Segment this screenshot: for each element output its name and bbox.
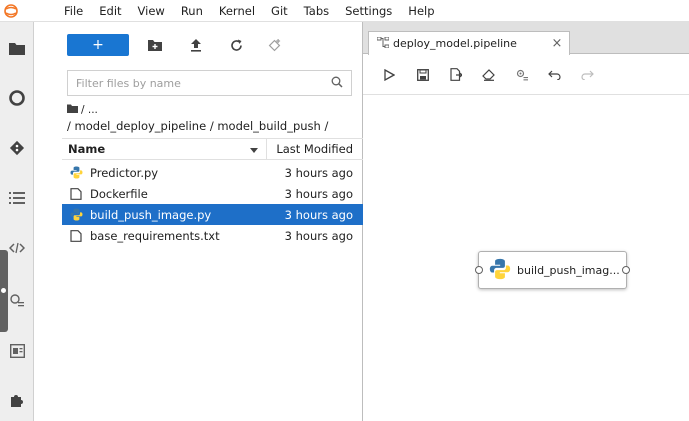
- refresh-icon[interactable]: [225, 34, 247, 56]
- file-name: Dockerfile: [90, 186, 148, 201]
- pipeline-canvas[interactable]: build_push_imag...: [363, 96, 689, 421]
- breadcrumb-root[interactable]: / ...: [81, 102, 98, 118]
- file-modified: 3 hours ago: [284, 186, 353, 201]
- menu-tabs[interactable]: Tabs: [296, 0, 337, 22]
- python-file-icon: [62, 208, 84, 221]
- search-icon: [331, 76, 343, 91]
- close-icon[interactable]: ×: [545, 36, 569, 51]
- file-modified: 3 hours ago: [284, 207, 353, 222]
- git-icon[interactable]: [0, 134, 34, 162]
- clear-pipeline-icon[interactable]: [472, 61, 505, 89]
- file-modified: 3 hours ago: [284, 228, 353, 243]
- menu-view[interactable]: View: [130, 0, 173, 22]
- jupyter-logo-icon: [0, 0, 44, 22]
- save-pipeline-icon[interactable]: [406, 61, 439, 89]
- menu-settings[interactable]: Settings: [337, 0, 400, 22]
- filter-files-field[interactable]: [67, 70, 352, 96]
- extension-manager-icon[interactable]: [0, 386, 34, 414]
- running-sessions-icon[interactable]: [0, 84, 34, 112]
- tab-deploy-model-pipeline[interactable]: deploy_model.pipeline ×: [368, 31, 570, 55]
- python-file-icon: [62, 166, 84, 179]
- breadcrumb: / ... / model_deploy_pipeline / model_bu…: [67, 102, 362, 134]
- git-clone-icon[interactable]: [263, 34, 285, 56]
- file-row-base-requirements[interactable]: base_requirements.txt 3 hours ago: [62, 225, 363, 246]
- column-name-label: Name: [68, 142, 106, 156]
- property-inspector-icon[interactable]: [0, 337, 34, 365]
- menu-help[interactable]: Help: [400, 0, 442, 22]
- menu-bar: File Edit View Run Kernel Git Tabs Setti…: [0, 0, 689, 22]
- folder-icon[interactable]: [0, 34, 34, 62]
- new-launcher-button[interactable]: +: [67, 34, 129, 56]
- new-folder-icon[interactable]: [144, 34, 166, 56]
- pipeline-file-icon: [376, 36, 390, 51]
- runtime-config-icon[interactable]: [505, 61, 538, 89]
- file-icon: [62, 229, 84, 242]
- breadcrumb-home-icon[interactable]: [67, 102, 78, 118]
- menu-kernel[interactable]: Kernel: [211, 0, 263, 22]
- redo-icon[interactable]: [571, 61, 604, 89]
- menu-file[interactable]: File: [44, 0, 91, 22]
- main-area: deploy_model.pipeline × build_push_imag.…: [363, 22, 689, 421]
- run-pipeline-icon[interactable]: [373, 61, 406, 89]
- pipeline-node-build-push-image[interactable]: build_push_imag...: [475, 251, 630, 289]
- node-label: build_push_imag...: [517, 263, 620, 277]
- file-browser-toolbar: +: [34, 22, 363, 66]
- python-node-icon: [489, 258, 511, 283]
- file-icon: [62, 187, 84, 200]
- table-of-contents-icon[interactable]: [0, 184, 34, 212]
- left-sidebar: [0, 22, 34, 421]
- file-modified: 3 hours ago: [284, 165, 353, 180]
- export-pipeline-icon[interactable]: [439, 61, 472, 89]
- undo-icon[interactable]: [538, 61, 571, 89]
- menu-run[interactable]: Run: [173, 0, 211, 22]
- file-list: Predictor.py 3 hours ago Dockerfile 3 ho…: [62, 162, 363, 246]
- file-row-dockerfile[interactable]: Dockerfile 3 hours ago: [62, 183, 363, 204]
- runtime-images-icon[interactable]: [0, 286, 34, 314]
- file-name: base_requirements.txt: [90, 228, 220, 243]
- tab-bar: deploy_model.pipeline ×: [363, 22, 689, 55]
- column-header-name[interactable]: Name: [62, 139, 267, 159]
- node-output-port[interactable]: [622, 266, 630, 274]
- upload-icon[interactable]: [185, 34, 207, 56]
- menu-edit[interactable]: Edit: [91, 0, 129, 22]
- filter-files-input[interactable]: [76, 76, 331, 90]
- file-name: Predictor.py: [90, 165, 159, 180]
- pipeline-toolbar: [363, 55, 689, 95]
- column-header-last-modified[interactable]: Last Modified: [267, 142, 363, 156]
- menu-git[interactable]: Git: [263, 0, 296, 22]
- file-listing-header: Name Last Modified: [62, 138, 363, 160]
- file-row-predictor[interactable]: Predictor.py 3 hours ago: [62, 162, 363, 183]
- file-browser-panel: + / ... / model_deploy_pipeline / model_…: [34, 22, 363, 421]
- node-input-port[interactable]: [475, 266, 483, 274]
- breadcrumb-path[interactable]: / model_deploy_pipeline / model_build_pu…: [67, 118, 362, 134]
- sort-caret-down-icon: [250, 142, 258, 156]
- file-name: build_push_image.py: [90, 207, 212, 222]
- file-row-build-push-image[interactable]: build_push_image.py 3 hours ago: [62, 204, 363, 225]
- tab-label: deploy_model.pipeline: [393, 37, 517, 50]
